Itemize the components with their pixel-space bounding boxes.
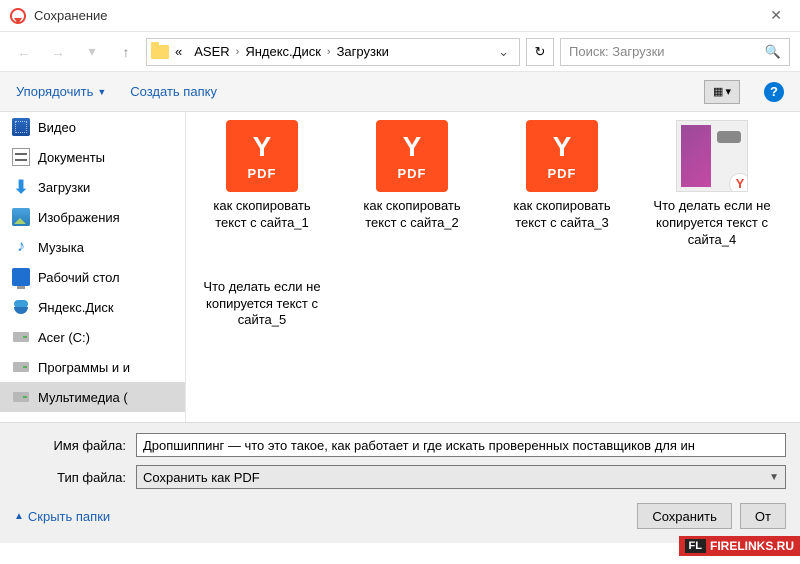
sidebar-item[interactable]: Мультимедиа ( xyxy=(0,382,185,412)
refresh-button[interactable]: ↻ xyxy=(526,38,554,66)
sidebar-item-label: Acer (C:) xyxy=(38,330,90,345)
sidebar: Видео Документы ⬇Загрузки Изображения ♪Музык… xyxy=(0,112,186,422)
help-button[interactable]: ? xyxy=(764,82,784,102)
new-folder-label: Создать папку xyxy=(130,84,217,99)
back-button[interactable]: ← xyxy=(10,38,38,66)
hide-folders-label: Скрыть папки xyxy=(28,509,110,524)
file-item[interactable]: YPDF как скопировать текст с сайта_2 xyxy=(352,120,472,249)
sidebar-item-label: Загрузки xyxy=(38,180,90,195)
chevron-right-icon: › xyxy=(236,46,240,58)
breadcrumb-part[interactable]: ASER xyxy=(194,44,229,59)
search-placeholder: Поиск: Загрузки xyxy=(569,44,665,59)
sidebar-item-label: Яндекс.Диск xyxy=(38,300,114,315)
close-button[interactable]: ✕ xyxy=(762,3,790,28)
filetype-value: Сохранить как PDF xyxy=(143,470,260,485)
toolbar: Упорядочить ▼ Создать папку ▦ ▾ ? xyxy=(0,72,800,112)
file-item[interactable]: Что делать если не копируется текст с са… xyxy=(202,279,322,330)
file-label: как скопировать текст с сайта_3 xyxy=(502,198,622,232)
view-mode-button[interactable]: ▦ ▾ xyxy=(704,80,740,104)
chevron-up-icon: ▲ xyxy=(14,511,24,522)
organize-label: Упорядочить xyxy=(16,84,93,99)
organize-menu[interactable]: Упорядочить ▼ xyxy=(16,84,106,99)
thumbnail-icon: ▦ xyxy=(713,85,723,98)
nav-bar: ← → ▾ ↑ « ASER › Яндекс.Диск › Загрузки … xyxy=(0,32,800,72)
sidebar-item-label: Документы xyxy=(38,150,105,165)
breadcrumb-part[interactable]: Загрузки xyxy=(337,44,389,59)
sidebar-item[interactable]: Программы и и xyxy=(0,352,185,382)
watermark-badge: FL xyxy=(685,539,706,553)
sidebar-item[interactable]: ⬇Загрузки xyxy=(0,172,185,202)
file-item[interactable]: YPDF как скопировать текст с сайта_3 xyxy=(502,120,622,249)
sidebar-item[interactable]: Документы xyxy=(0,142,185,172)
sidebar-item-label: Рабочий стол xyxy=(38,270,120,285)
bottom-panel: Имя файла: Дропшиппинг — что это такое, … xyxy=(0,422,800,543)
chevron-right-icon: › xyxy=(327,46,331,58)
sidebar-item-label: Изображения xyxy=(38,210,120,225)
file-label: Что делать если не копируется текст с са… xyxy=(652,198,772,249)
filetype-label: Тип файла: xyxy=(14,470,136,485)
breadcrumb-root: « xyxy=(175,44,182,59)
hide-folders-link[interactable]: ▲ Скрыть папки xyxy=(14,509,110,524)
sidebar-item[interactable]: Acer (C:) xyxy=(0,322,185,352)
yandex-icon xyxy=(10,8,26,24)
sidebar-item[interactable]: Яндекс.Диск xyxy=(0,292,185,322)
breadcrumb-part[interactable]: Яндекс.Диск xyxy=(245,44,321,59)
filename-label: Имя файла: xyxy=(14,438,136,453)
sidebar-item-label: Видео xyxy=(38,120,76,135)
sidebar-item-label: Программы и и xyxy=(38,360,130,375)
pdf-icon: YPDF xyxy=(526,120,598,192)
title-bar: Сохранение ✕ xyxy=(0,0,800,32)
cancel-label: От xyxy=(755,509,771,524)
pdf-icon: YPDF xyxy=(226,120,298,192)
chevron-down-icon: ▾ xyxy=(725,85,731,98)
sidebar-item-label: Мультимедиа ( xyxy=(38,390,128,405)
yandex-badge-icon xyxy=(729,173,748,192)
forward-button[interactable]: → xyxy=(44,38,72,66)
watermark-text: FIRELINKS.RU xyxy=(710,539,794,553)
sidebar-item[interactable]: Изображения xyxy=(0,202,185,232)
main-area: Видео Документы ⬇Загрузки Изображения ♪Музык… xyxy=(0,112,800,422)
file-item[interactable]: Что делать если не копируется текст с са… xyxy=(652,120,772,249)
save-button[interactable]: Сохранить xyxy=(637,503,732,529)
sidebar-item-label: Музыка xyxy=(38,240,84,255)
window-title: Сохранение xyxy=(34,8,762,23)
search-input[interactable]: Поиск: Загрузки 🔍 xyxy=(560,38,790,66)
breadcrumb[interactable]: « ASER › Яндекс.Диск › Загрузки ⌄ xyxy=(146,38,520,66)
file-list[interactable]: YPDF как скопировать текст с сайта_1 YPDF к… xyxy=(186,112,800,422)
image-thumbnail xyxy=(676,120,748,192)
filename-input[interactable]: Дропшиппинг — что это такое, как работае… xyxy=(136,433,786,457)
search-icon[interactable]: 🔍 xyxy=(765,44,781,60)
chevron-down-icon: ▼ xyxy=(769,472,779,483)
recent-dropdown[interactable]: ▾ xyxy=(78,38,106,66)
sidebar-item[interactable]: Видео xyxy=(0,112,185,142)
new-folder-button[interactable]: Создать папку xyxy=(130,84,217,99)
file-label: как скопировать текст с сайта_1 xyxy=(202,198,322,232)
filetype-select[interactable]: Сохранить как PDF ▼ xyxy=(136,465,786,489)
filename-value: Дропшиппинг — что это такое, как работае… xyxy=(143,438,695,453)
watermark: FL FIRELINKS.RU xyxy=(679,536,800,556)
up-button[interactable]: ↑ xyxy=(112,38,140,66)
file-item[interactable]: YPDF как скопировать текст с сайта_1 xyxy=(202,120,322,249)
pdf-icon: YPDF xyxy=(376,120,448,192)
sidebar-item[interactable]: ♪Музыка xyxy=(0,232,185,262)
file-label: Что делать если не копируется текст с са… xyxy=(202,279,322,330)
chevron-down-icon[interactable]: ⌄ xyxy=(498,44,509,60)
save-label: Сохранить xyxy=(652,509,717,524)
sidebar-item[interactable]: Рабочий стол xyxy=(0,262,185,292)
chevron-down-icon: ▼ xyxy=(97,87,106,97)
cancel-button[interactable]: От xyxy=(740,503,786,529)
folder-icon xyxy=(151,45,169,59)
file-label: как скопировать текст с сайта_2 xyxy=(352,198,472,232)
